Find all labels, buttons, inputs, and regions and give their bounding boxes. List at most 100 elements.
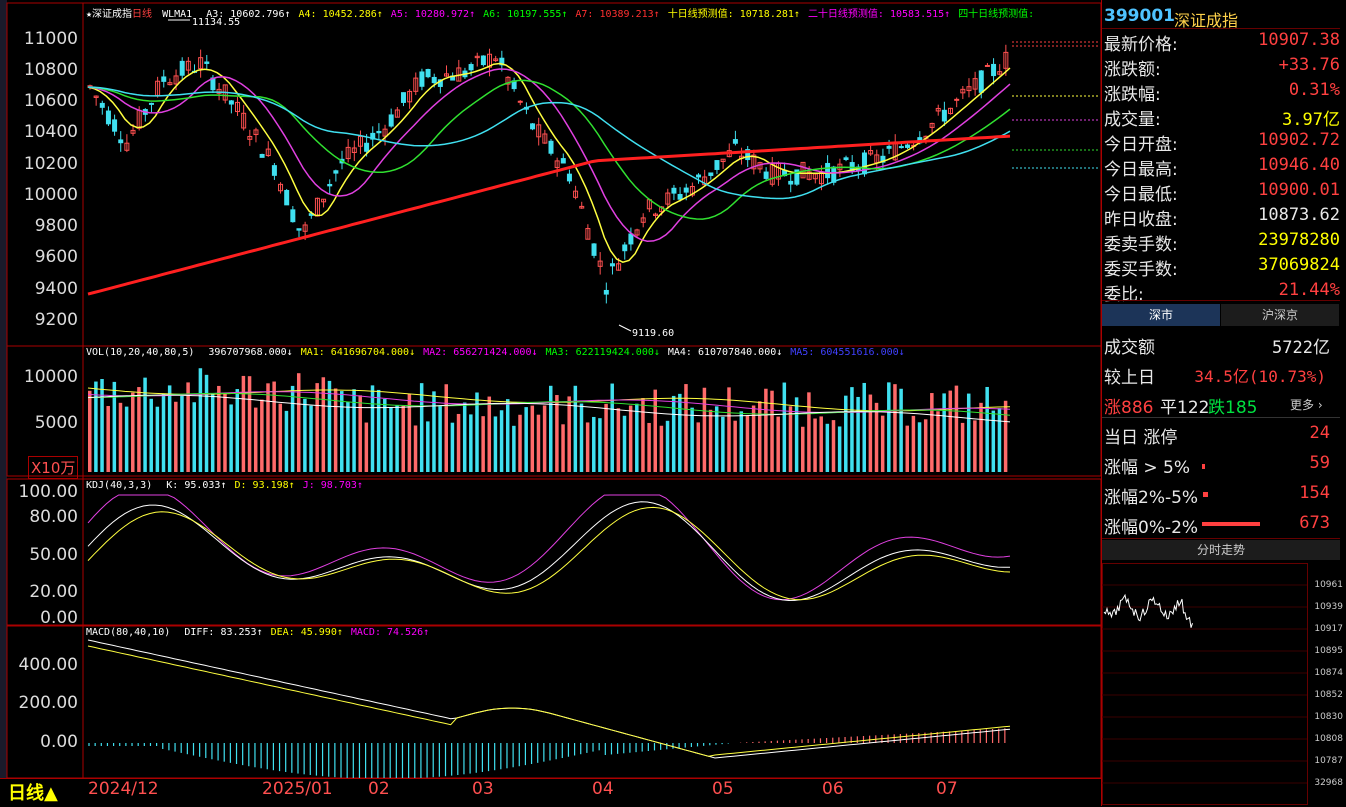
vol-values: 396707968.000↓ MA1: 641696704.000↓ MA2: 65… — [200, 347, 904, 358]
vol-value-3: MA3: 622119424.000↓ — [545, 347, 660, 358]
volume-bar — [819, 416, 823, 472]
volume-bar — [512, 425, 516, 472]
price-axis-label: 9200 — [34, 310, 78, 330]
volume-bar — [210, 393, 215, 472]
volume-bar — [899, 388, 903, 472]
candle-body — [825, 162, 831, 179]
r02-bar — [1202, 522, 1260, 526]
limit-up-row: 当日 涨停 24 — [1104, 423, 1330, 448]
quote-row: 昨日收盘: 10873.62 — [1102, 205, 1340, 230]
low-marker-line — [618, 324, 632, 332]
month-label: 07 — [936, 779, 958, 799]
quote-value: 10907.38 — [1258, 30, 1340, 50]
volume-bar — [825, 423, 830, 472]
up-count: 涨886 — [1104, 398, 1154, 418]
kdj-d-line — [87, 506, 1011, 601]
candle-body — [831, 166, 837, 183]
volume-bar — [137, 387, 141, 472]
intraday-axis-label: 10808 — [1314, 734, 1343, 744]
volume-bar — [389, 406, 393, 472]
volume-bar — [850, 387, 854, 472]
tab-all-markets[interactable]: 沪深京 — [1221, 304, 1339, 326]
volume-bar — [426, 421, 430, 472]
volume-bar — [456, 413, 461, 472]
quote-value: 0.31% — [1288, 80, 1340, 100]
month-label: 2024/12 — [88, 779, 159, 799]
volume-bar — [395, 405, 399, 472]
volume-bar — [143, 377, 147, 472]
volume-bar — [321, 377, 326, 472]
kdj-axis-label: 20.00 — [29, 582, 78, 602]
mini-frame — [1102, 563, 1308, 805]
macd-value-1: DEA: 45.990↑ — [270, 627, 343, 638]
period-switch-button[interactable]: 日线▲ — [8, 779, 58, 805]
candle-body — [622, 244, 628, 252]
indicator-name: WLMA1 — [162, 9, 193, 20]
more-link[interactable]: 更多 › — [1290, 396, 1323, 413]
candle-body — [112, 119, 118, 132]
volume-bar — [204, 374, 209, 472]
quote-row: 成交量: 3.97亿 — [1102, 105, 1340, 130]
volume-bar — [585, 422, 590, 472]
gain-0-2-row: 涨幅0%-2% 673 — [1104, 513, 1330, 538]
volume-bar — [450, 422, 455, 472]
volume-bar — [887, 382, 891, 472]
volume-bar — [868, 394, 873, 472]
month-label: 04 — [592, 779, 614, 799]
volume-bar — [844, 395, 848, 472]
macd-line — [87, 639, 1011, 759]
kline-chart-area[interactable]: 11134.559119.60 — [0, 0, 1101, 806]
volume-bar — [930, 393, 934, 472]
volume-bar — [364, 422, 369, 472]
volume-bar — [985, 386, 989, 472]
intraday-mini-chart[interactable] — [1102, 563, 1346, 806]
volume-bar — [401, 405, 405, 472]
ma-value-7: 四十日线预测值: — [958, 9, 1035, 20]
vol-header: VOL(10,20,40,80,5) 396707968.000↓ MA1: 64… — [86, 347, 905, 358]
ma-value-2: A5: 10280.972↑ — [390, 9, 476, 20]
volume-bar — [260, 399, 264, 472]
volume-bar — [923, 419, 928, 472]
volume-bar — [788, 406, 793, 472]
volume-bar — [702, 387, 707, 472]
volume-bar — [358, 395, 362, 472]
volume-bar — [438, 405, 442, 472]
quote-value: +33.76 — [1278, 55, 1340, 75]
volume-bar — [481, 416, 485, 472]
chart-title: ★深证成指 — [86, 9, 133, 20]
volume-bar — [131, 392, 135, 472]
candle-body — [376, 130, 382, 134]
quote-value: 23978280 — [1258, 230, 1340, 250]
volume-bar — [917, 422, 922, 472]
month-label: 06 — [822, 779, 844, 799]
quote-label: 涨跌幅: — [1104, 85, 1161, 105]
quote-row: 委买手数: 37069824 — [1102, 255, 1340, 280]
volume-bar — [229, 404, 233, 472]
volume-bar — [721, 416, 725, 472]
intraday-axis-label: 10874 — [1314, 668, 1343, 678]
vs-prev-row: 较上日 34.5亿(10.73%) — [1104, 367, 1326, 388]
volume-bar — [862, 382, 866, 472]
down-count: 跌185 — [1208, 398, 1258, 418]
volume-bar — [893, 384, 897, 472]
volume-bar — [690, 407, 694, 472]
volume-bar — [499, 410, 504, 472]
tab-shenzhen[interactable]: 深市 — [1102, 304, 1220, 326]
intraday-title[interactable]: 分时走势 — [1102, 540, 1340, 560]
volume-bar — [327, 380, 332, 472]
vol-unit-label: X10万 — [28, 456, 79, 479]
volume-bar — [954, 385, 959, 472]
volume-bar — [100, 379, 104, 472]
volume-bar — [837, 426, 842, 472]
candle-body — [732, 139, 738, 144]
volume-bar — [370, 385, 375, 472]
turnover-row: 成交额 5722亿 — [1104, 338, 1330, 358]
kdj-header: KDJ(40,3,3) K: 95.033↑ D: 93.198↑ J: 98.70… — [86, 480, 363, 491]
ma-value-1: A4: 10452.286↑ — [298, 9, 383, 20]
candle-body — [517, 100, 523, 103]
volume-bar — [549, 385, 553, 472]
month-label: 02 — [368, 779, 390, 799]
volume-bar — [801, 426, 805, 472]
volume-bar — [290, 385, 295, 472]
volume-bar — [616, 408, 621, 472]
